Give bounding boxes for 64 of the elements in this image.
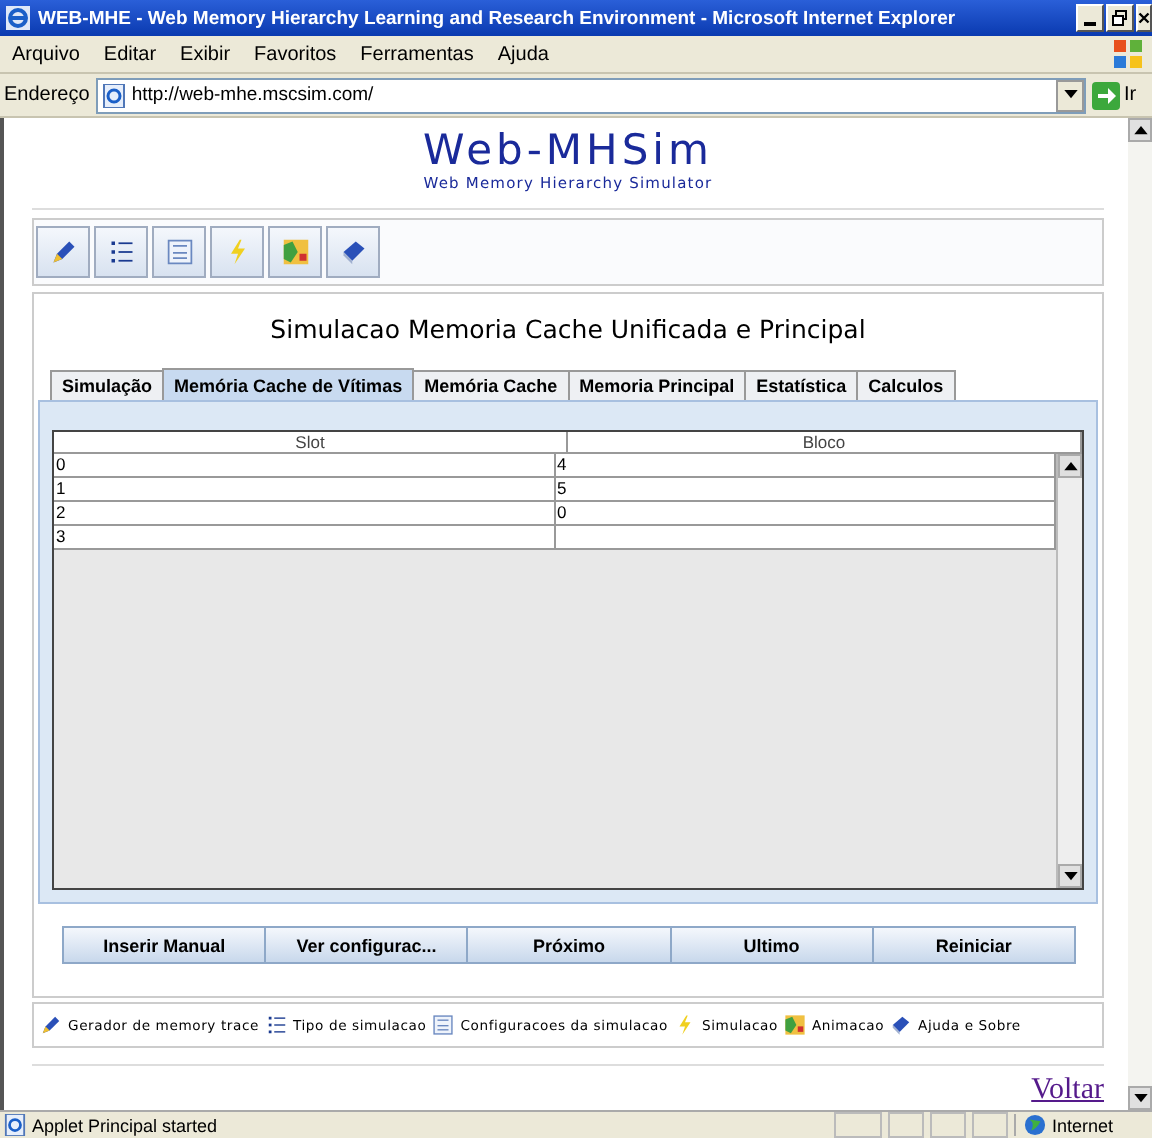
logo-title: Web-MHSim xyxy=(423,126,713,174)
book-tool-button[interactable] xyxy=(326,226,380,278)
menu-item[interactable]: Ajuda xyxy=(497,43,549,65)
address-label: Endereço xyxy=(4,84,90,106)
menu-item[interactable]: Exibir xyxy=(180,43,231,65)
down-arrow-icon xyxy=(1063,871,1077,881)
scroll-up-button[interactable] xyxy=(1128,118,1152,142)
pen-tool-button[interactable] xyxy=(36,226,90,278)
close-icon[interactable] xyxy=(1136,4,1152,32)
list-icon xyxy=(107,238,135,266)
status-pane xyxy=(930,1112,966,1138)
down-arrow-icon xyxy=(1133,1093,1147,1103)
tab[interactable]: Memória Cache de Vítimas xyxy=(162,368,415,400)
scroll-down-button[interactable] xyxy=(1058,864,1082,888)
page-scrollbar[interactable] xyxy=(1128,118,1152,1110)
action-button[interactable]: Próximo xyxy=(466,926,672,964)
book-icon xyxy=(890,1014,913,1036)
globe-icon xyxy=(1024,1114,1046,1136)
up-arrow-icon xyxy=(1063,461,1077,471)
form-icon xyxy=(432,1014,455,1036)
page-icon xyxy=(4,1114,26,1136)
status-text: Applet Principal started xyxy=(32,1115,220,1135)
scrollbar[interactable] xyxy=(1056,454,1082,888)
map-icon xyxy=(281,238,309,266)
table-cell: 3 xyxy=(54,526,555,550)
scroll-up-button[interactable] xyxy=(1058,454,1082,478)
status-pane xyxy=(972,1112,1008,1138)
back-link[interactable]: Voltar xyxy=(1031,1074,1104,1108)
pen-icon xyxy=(49,238,77,266)
minimize-icon[interactable] xyxy=(1076,4,1104,32)
panel-heading: Simulacao Memoria Cache Unificada e Principal xyxy=(268,314,868,344)
list-tool-button[interactable] xyxy=(94,226,148,278)
book-icon xyxy=(339,238,367,266)
scroll-down-button[interactable] xyxy=(1128,1086,1152,1110)
menu-item[interactable]: Editar xyxy=(103,43,157,65)
menu-item[interactable]: Arquivo xyxy=(12,43,80,65)
action-button[interactable]: Inserir Manual xyxy=(62,926,267,964)
action-button[interactable]: Reiniciar xyxy=(871,926,1077,964)
status-pane xyxy=(834,1112,882,1138)
browser-icon xyxy=(6,6,30,30)
dropdown-icon[interactable] xyxy=(1056,79,1084,111)
windows-logo-icon xyxy=(1112,38,1144,70)
tab[interactable]: Simulação xyxy=(50,370,165,400)
map-tool-button[interactable] xyxy=(268,226,322,278)
pen-icon xyxy=(40,1014,62,1036)
page-icon xyxy=(101,83,126,107)
form-icon xyxy=(165,238,193,266)
map-icon xyxy=(783,1014,806,1036)
list-icon xyxy=(265,1014,287,1036)
tab[interactable]: Memoria Principal xyxy=(567,370,747,400)
menu-item[interactable]: Ferramentas xyxy=(360,43,474,65)
action-button[interactable]: Ultimo xyxy=(669,926,874,964)
menu-item[interactable]: Favoritos xyxy=(254,43,337,65)
status-pane xyxy=(888,1112,924,1138)
form-tool-button[interactable] xyxy=(152,226,206,278)
zone-label: Internet xyxy=(1052,1115,1114,1135)
tab[interactable]: Estatística xyxy=(744,370,859,400)
address-field[interactable]: http://web-mhe.mscsim.com/ xyxy=(95,77,1086,113)
restore-icon[interactable] xyxy=(1106,4,1134,32)
up-arrow-icon xyxy=(1133,125,1147,135)
window-title: WEB-MHE - Web Memory Hierarchy Learning and Research Environment - Microsoft Internet Explorer xyxy=(38,7,958,29)
action-button[interactable]: Ver configurac... xyxy=(264,926,469,964)
tab[interactable]: Memória Cache xyxy=(412,370,570,400)
tab[interactable]: Calculos xyxy=(856,370,956,400)
